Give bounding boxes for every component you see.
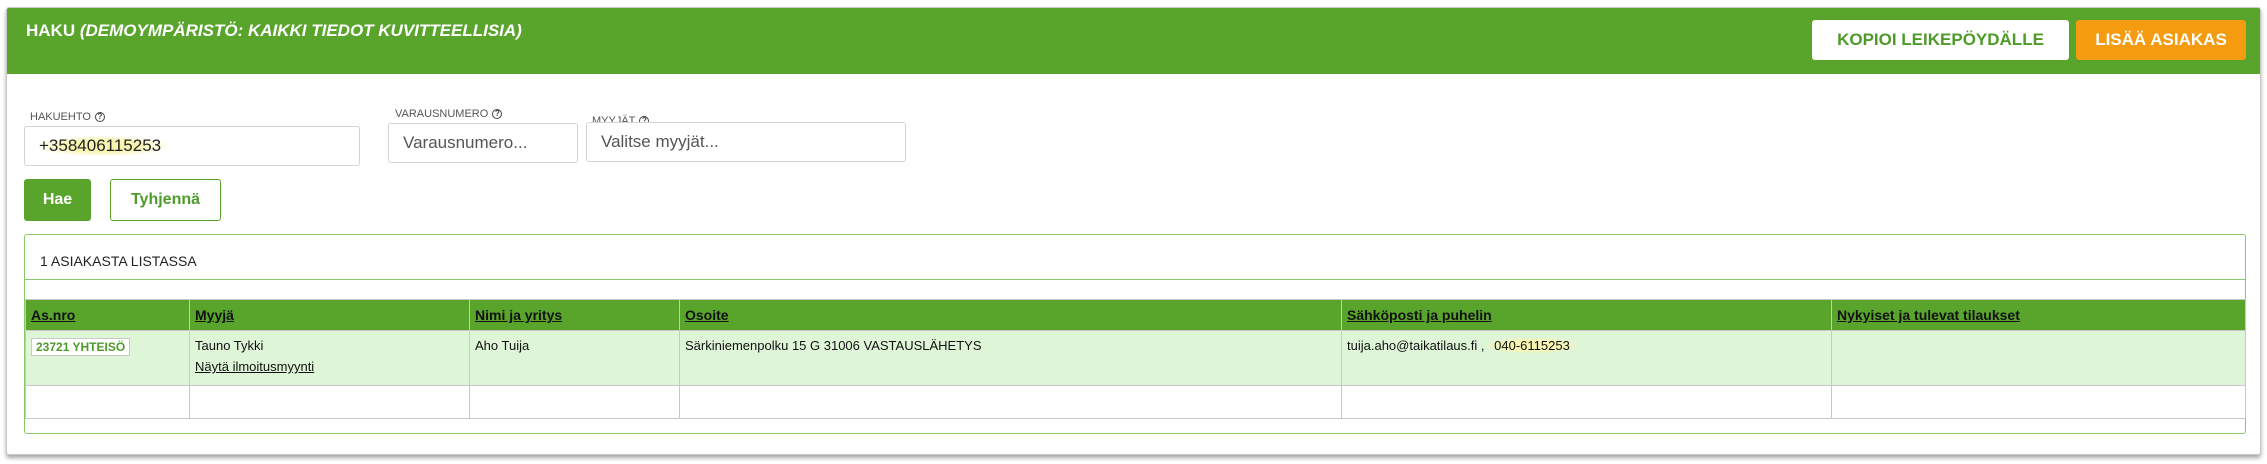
search-button[interactable]: Hae [24,179,91,221]
customer-address: Särkiniemenpolku 15 G 31006 VASTAUSLÄHET… [685,338,982,353]
column-header-sahkoposti[interactable]: Sähköposti ja puhelin [1341,299,1832,331]
customer-phone: 040-6115253 [1488,338,1576,353]
column-header-myyja[interactable]: Myyjä [189,299,470,331]
customer-number-badge[interactable]: 23721 YHTEISÖ [31,338,131,356]
help-icon[interactable]: ? [94,112,105,122]
add-customer-button[interactable]: LISÄÄ ASIAKAS [2076,20,2246,60]
cell-tilaukset [1831,330,2246,386]
search-panel: HAKU (DEMOYMPÄRISTÖ: KAIKKI TIEDOT KUVIT… [6,7,2261,455]
cell-myyja: Tauno Tykki Näytä ilmoitusmyynti [189,330,470,386]
divider [25,279,2245,280]
myyjat-select[interactable]: Valitse myyjät... [586,122,906,162]
title-text: HAKU [26,21,76,40]
customer-name: Aho Tuija [475,338,530,353]
title-subtitle: (DEMOYMPÄRISTÖ: KAIKKI TIEDOT KUVITTEELL… [79,21,522,40]
customer-email: tuija.aho@taikatilaus.fi [1347,338,1478,353]
seller-name: Tauno Tykki [195,338,264,353]
show-ad-sales-link[interactable]: Näytä ilmoitusmyynti [195,359,464,374]
cell-sahkoposti: tuija.aho@taikatilaus.fi , 040-6115253 [1341,330,1832,386]
cell-asnro: 23721 YHTEISÖ [25,330,190,386]
table-header-row: As.nro Myyjä Nimi ja yritys Osoite Sähkö… [25,299,2246,331]
help-icon[interactable]: ? [492,109,503,119]
column-header-tilaukset[interactable]: Nykyiset ja tulevat tilaukset [1831,299,2246,331]
hakuehto-input[interactable]: +358406115253 [24,126,360,166]
column-header-asnro[interactable]: As.nro [25,299,190,331]
myyjat-placeholder: Valitse myyjät... [601,132,719,151]
results-count: 1 ASIAKASTA LISTASSA [40,253,197,269]
copy-to-clipboard-button[interactable]: KOPIOI LEIKEPÖYDÄLLE [1812,20,2069,60]
cell-osoite: Särkiniemenpolku 15 G 31006 VASTAUSLÄHET… [679,330,1342,386]
results-box: 1 ASIAKASTA LISTASSA As.nro Myyjä Nimi j… [24,234,2246,434]
panel-header: HAKU (DEMOYMPÄRISTÖ: KAIKKI TIEDOT KUVIT… [7,8,2260,74]
customer-table: As.nro Myyjä Nimi ja yritys Osoite Sähkö… [25,299,2246,419]
hakuehto-label: HAKUEHTO ? [30,111,105,123]
hakuehto-value: +358406115253 [39,136,168,156]
column-header-osoite[interactable]: Osoite [679,299,1342,331]
contact-separator: , [1480,338,1485,353]
cell-nimi: Aho Tuija [469,330,680,386]
page-title: HAKU (DEMOYMPÄRISTÖ: KAIKKI TIEDOT KUVIT… [26,21,522,41]
varausnumero-input[interactable]: Varausnumero... [388,123,578,163]
column-header-nimi[interactable]: Nimi ja yritys [469,299,680,331]
table-row[interactable]: 23721 YHTEISÖ Tauno Tykki Näytä ilmoitus… [25,330,2246,386]
varausnumero-label: VARAUSNUMERO ? [395,108,503,120]
varausnumero-placeholder: Varausnumero... [403,133,528,152]
clear-button[interactable]: Tyhjennä [110,179,221,221]
table-row-empty [25,385,2246,419]
